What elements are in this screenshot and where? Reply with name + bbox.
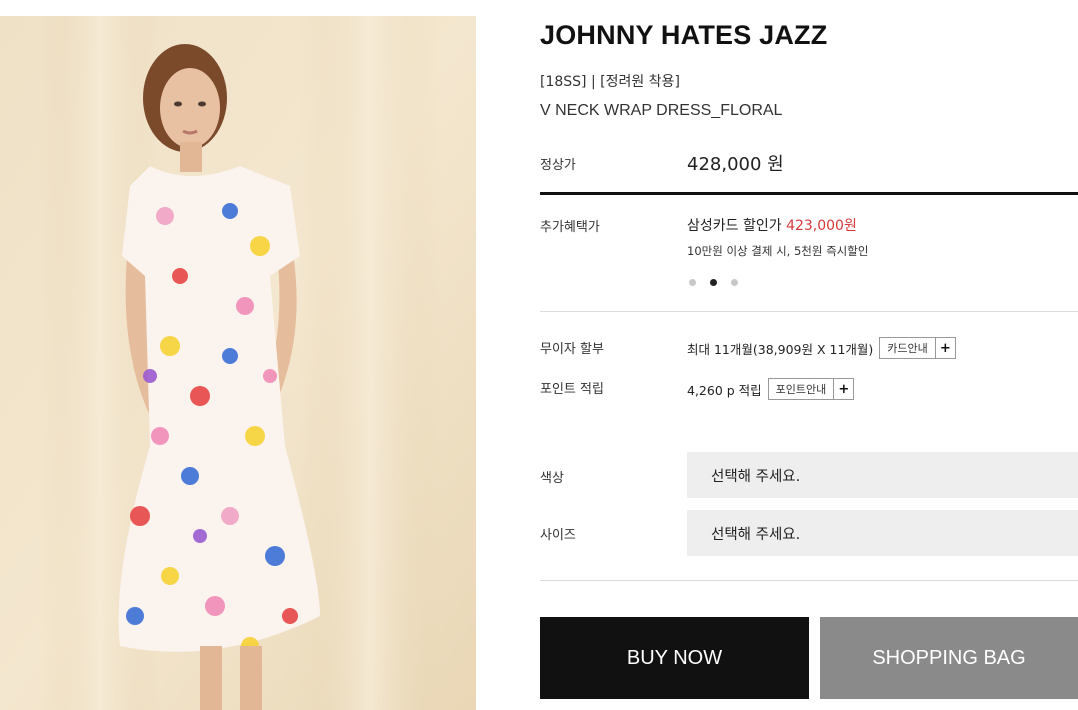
- color-label: 색상: [540, 471, 564, 486]
- brand-name: JOHNNY HATES JAZZ: [540, 20, 828, 50]
- points-label: 포인트 적립: [540, 382, 604, 397]
- carousel-dot[interactable]: [731, 279, 738, 286]
- card-discount: 삼성카드 할인가 423,000원: [687, 215, 857, 235]
- benefit-note: 10만원 이상 결제 시, 5천원 즉시할인: [687, 244, 869, 258]
- carousel-dot[interactable]: [689, 279, 696, 286]
- points-guide-label: 포인트안내: [775, 383, 827, 396]
- price-value: 428,000 원: [687, 154, 784, 175]
- section-divider: [540, 311, 1078, 312]
- installment-label: 무이자 할부: [540, 342, 604, 357]
- card-discount-text: 삼성카드 할인가: [687, 218, 787, 234]
- section-divider: [540, 580, 1078, 581]
- price-label: 정상가: [540, 158, 576, 173]
- benefit-label: 추가혜택가: [540, 220, 600, 235]
- installment-text: 최대 11개월(38,909원 X 11개월): [687, 341, 874, 357]
- product-info-panel: JOHNNY HATES JAZZ [18SS] | [정려원 착용] V NE…: [540, 0, 1078, 710]
- plus-icon: +: [833, 379, 853, 399]
- shopping-bag-button[interactable]: SHOPPING BAG: [820, 617, 1078, 699]
- card-discount-price: 423,000원: [786, 218, 857, 234]
- installment-row: 최대 11개월(38,909원 X 11개월) 카드안내 +: [687, 337, 956, 359]
- color-select[interactable]: 선택해 주세요.: [687, 452, 1078, 498]
- benefit-carousel-dots: [689, 279, 738, 286]
- size-select[interactable]: 선택해 주세요.: [687, 510, 1078, 556]
- card-guide-button[interactable]: 카드안내 +: [879, 337, 956, 359]
- carousel-dot-active[interactable]: [710, 279, 717, 286]
- plus-icon: +: [934, 338, 955, 358]
- points-text: 4,260 p 적립: [687, 382, 762, 398]
- points-guide-button[interactable]: 포인트안내 +: [767, 378, 855, 400]
- season-tag: [18SS] | [정려원 착용]: [540, 74, 680, 90]
- price-divider: [540, 192, 1078, 195]
- card-guide-label: 카드안내: [887, 342, 928, 355]
- size-label: 사이즈: [540, 528, 576, 543]
- product-image: [0, 16, 476, 710]
- points-row: 4,260 p 적립 포인트안내 +: [687, 378, 855, 400]
- buy-now-button[interactable]: BUY NOW: [540, 617, 809, 699]
- product-name: V NECK WRAP DRESS_FLORAL: [540, 102, 783, 119]
